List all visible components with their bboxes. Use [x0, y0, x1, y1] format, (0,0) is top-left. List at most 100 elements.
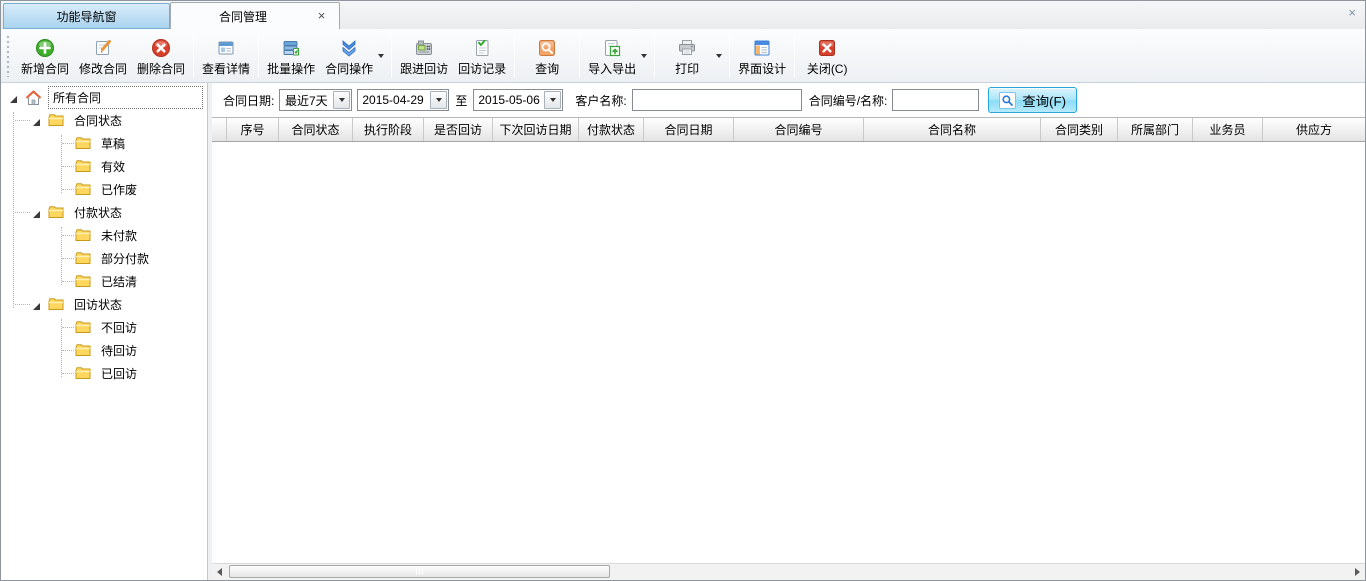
chevron-down-icon [550, 98, 556, 102]
contract-operation-dropdown[interactable] [375, 32, 387, 80]
grid-header: 序号 合同状态 执行阶段 是否回访 下次回访日期 付款状态 合同日期 合同编号 … [212, 117, 1365, 142]
delete-contract-button[interactable]: 删除合同 [132, 32, 190, 80]
query-button[interactable]: 查询 [518, 32, 576, 80]
toolbar-grip[interactable] [6, 35, 11, 77]
tree-item-partial-payment[interactable]: 部分付款 [1, 247, 207, 270]
tree-item-unpaid[interactable]: 未付款 [1, 224, 207, 247]
import-export-dropdown[interactable] [638, 32, 650, 80]
print-dropdown[interactable] [713, 32, 725, 80]
column-header-supplier[interactable]: 供应方 [1263, 118, 1365, 141]
folder-icon [75, 252, 91, 265]
contract-date-label: 合同日期: [223, 92, 274, 109]
print-button[interactable]: 打印 [658, 32, 716, 80]
close-button[interactable]: 关闭(C) [798, 32, 856, 80]
tree-item-no-visit[interactable]: 不回访 [1, 316, 207, 339]
edit-contract-button[interactable]: 修改合同 [74, 32, 132, 80]
tree-item-unpaid-label: 未付款 [97, 225, 141, 246]
add-contract-button[interactable]: 新增合同 [16, 32, 74, 80]
home-icon [25, 90, 42, 106]
row-indicator-header [212, 118, 227, 141]
tab-strip: 功能导航窗 合同管理 × × [1, 1, 1365, 29]
scroll-left-arrow-icon[interactable] [217, 568, 222, 576]
sidebar-tree: 所有合同 合同状态 草稿 [1, 83, 208, 580]
import-export-button[interactable]: 导入导出 [583, 32, 641, 80]
column-header-payment-status[interactable]: 付款状态 [579, 118, 644, 141]
batch-operation-button[interactable]: 批量操作 [262, 32, 320, 80]
tree-item-visit-status[interactable]: 回访状态 [1, 293, 207, 316]
folder-icon [75, 229, 91, 242]
followup-visit-button[interactable]: 跟进回访 [395, 32, 453, 80]
contract-number-input[interactable] [892, 89, 979, 111]
folder-icon [48, 298, 64, 311]
dropdown-button[interactable] [544, 91, 561, 109]
ui-design-button[interactable]: 界面设计 [733, 32, 791, 80]
column-header-next-visit-date[interactable]: 下次回访日期 [493, 118, 579, 141]
view-detail-label: 查看详情 [202, 63, 250, 75]
toolbar-separator [391, 34, 392, 78]
visit-record-button[interactable]: 回访记录 [453, 32, 511, 80]
tree-item-voided[interactable]: 已作废 [1, 178, 207, 201]
view-detail-button[interactable]: 查看详情 [197, 32, 255, 80]
add-contract-label: 新增合同 [21, 63, 69, 75]
search-button[interactable]: 查询(F) [988, 87, 1077, 113]
column-header-contract-status[interactable]: 合同状态 [279, 118, 353, 141]
column-header-contract-number[interactable]: 合同编号 [734, 118, 864, 141]
folder-icon [75, 183, 91, 196]
dropdown-button[interactable] [430, 91, 447, 109]
magnifier-icon [999, 92, 1016, 109]
expand-arrow-icon[interactable] [32, 208, 41, 217]
tree-item-payment-status[interactable]: 付款状态 [1, 201, 207, 224]
toolbar-separator [514, 34, 515, 78]
date-preset-value: 最近7天 [280, 90, 332, 110]
chevron-down-icon [641, 54, 647, 58]
date-to-picker[interactable]: 2015-05-06 [473, 89, 563, 111]
toolbar-separator [729, 34, 730, 78]
column-header-seq[interactable]: 序号 [227, 118, 279, 141]
column-header-visit-flag[interactable]: 是否回访 [424, 118, 493, 141]
scrollbar-thumb[interactable] [229, 565, 610, 578]
expand-arrow-icon[interactable] [9, 93, 18, 102]
tree-item-settled[interactable]: 已结清 [1, 270, 207, 293]
column-header-contract-name[interactable]: 合同名称 [864, 118, 1041, 141]
column-header-exec-stage[interactable]: 执行阶段 [353, 118, 424, 141]
column-header-salesperson[interactable]: 业务员 [1193, 118, 1263, 141]
tree-item-all-contracts[interactable]: 所有合同 [1, 86, 207, 109]
tree-item-valid[interactable]: 有效 [1, 155, 207, 178]
date-from-picker[interactable]: 2015-04-29 [357, 89, 449, 111]
main-area: 所有合同 合同状态 草稿 [1, 83, 1365, 580]
tree-item-contract-status[interactable]: 合同状态 [1, 109, 207, 132]
tree-item-visit-status-label: 回访状态 [70, 294, 126, 315]
folder-icon [75, 344, 91, 357]
tab-function-nav[interactable]: 功能导航窗 [3, 3, 170, 29]
folder-icon [48, 206, 64, 219]
filter-bar: 合同日期: 最近7天 2015-04-29 至 2015-05-06 客户名称: [212, 83, 1365, 117]
followup-visit-icon [413, 37, 435, 59]
toolbar-separator [193, 34, 194, 78]
column-header-contract-type[interactable]: 合同类别 [1041, 118, 1118, 141]
tree-item-draft[interactable]: 草稿 [1, 132, 207, 155]
tree-item-visited[interactable]: 已回访 [1, 362, 207, 385]
delete-contract-label: 删除合同 [137, 63, 185, 75]
print-icon [676, 37, 698, 59]
window-close-icon[interactable]: × [1348, 5, 1356, 20]
query-icon [536, 37, 558, 59]
expand-arrow-icon[interactable] [32, 300, 41, 309]
toolbar: 新增合同 修改合同 删除合同 查看详情 批量操作 [1, 29, 1365, 83]
tab-contract-management[interactable]: 合同管理 × [170, 2, 340, 29]
expand-arrow-icon[interactable] [32, 116, 41, 125]
contract-operation-button[interactable]: 合同操作 [320, 32, 378, 80]
tree-item-pending-visit[interactable]: 待回访 [1, 339, 207, 362]
contract-number-label: 合同编号/名称: [809, 92, 888, 109]
horizontal-scrollbar[interactable] [212, 563, 1365, 580]
date-preset-select[interactable]: 最近7天 [279, 89, 352, 111]
folder-icon [75, 367, 91, 380]
column-header-contract-date[interactable]: 合同日期 [644, 118, 734, 141]
tree-item-pending-visit-label: 待回访 [97, 340, 141, 361]
to-label: 至 [455, 92, 467, 109]
tab-close-icon[interactable]: × [315, 9, 328, 22]
column-header-department[interactable]: 所属部门 [1118, 118, 1193, 141]
scroll-right-arrow-icon[interactable] [1355, 568, 1360, 576]
dropdown-button[interactable] [333, 91, 350, 109]
customer-name-input[interactable] [632, 89, 802, 111]
app-window: 功能导航窗 合同管理 × × 新增合同 修改合同 删除合同 [0, 0, 1366, 581]
